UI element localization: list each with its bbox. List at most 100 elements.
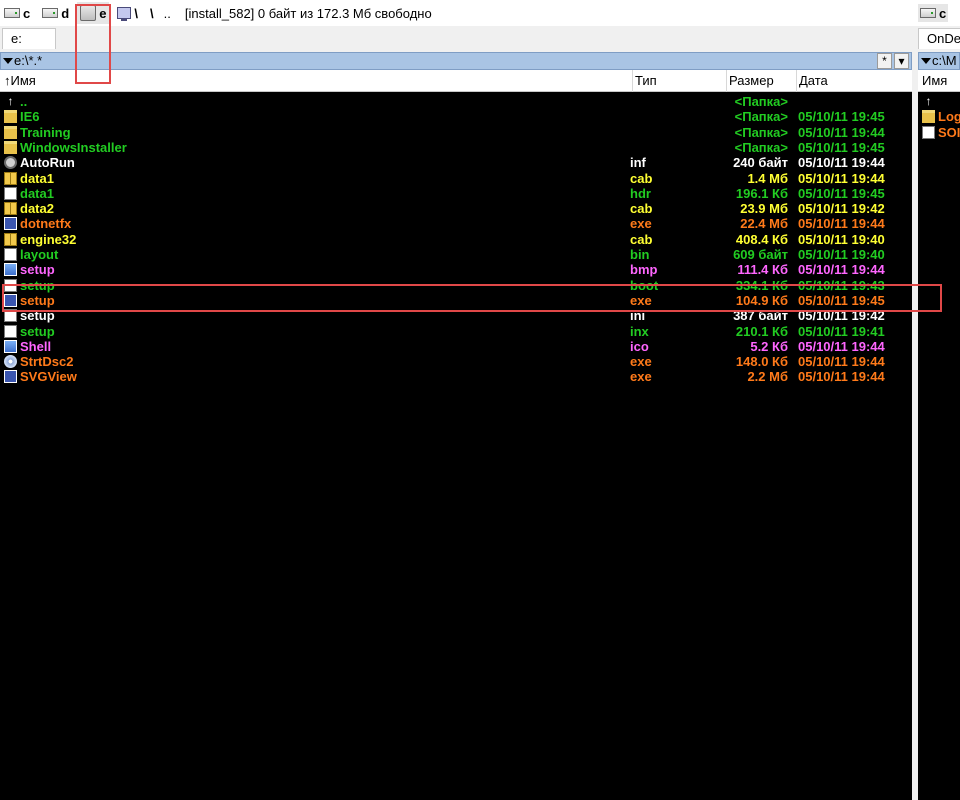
document-icon — [4, 248, 17, 261]
right-path-text: c:\M — [932, 53, 957, 68]
right-column-header: Имя — [918, 70, 960, 92]
file-type: bin — [630, 247, 650, 262]
file-row[interactable]: data2 cab 23.9 Мб 05/10/11 19:42 — [0, 201, 912, 216]
file-row[interactable]: setup exe 104.9 Кб 05/10/11 19:45 — [0, 293, 912, 308]
file-row[interactable]: SOI — [918, 125, 960, 140]
file-date: 05/10/11 19:45 — [798, 109, 885, 125]
history-dropdown-icon[interactable] — [921, 58, 931, 64]
file-name: AutoRun — [20, 155, 75, 171]
gear-doc-icon — [4, 156, 17, 170]
file-name: .. — [20, 94, 28, 109]
file-row[interactable]: data1 cab 1.4 Мб 05/10/11 19:44 — [0, 171, 912, 186]
file-size: 240 байт — [733, 155, 788, 171]
app-icon — [4, 217, 17, 231]
history-dropdown-icon[interactable] — [3, 58, 13, 64]
file-row[interactable]: Shell ico 5.2 Кб 05/10/11 19:44 — [0, 339, 912, 354]
file-row[interactable]: setup inx 210.1 Кб 05/10/11 19:41 — [0, 324, 912, 339]
column-date[interactable]: Дата — [796, 70, 913, 92]
tab-left-e[interactable]: e: — [2, 28, 56, 49]
file-date: 05/10/11 19:44 — [798, 262, 885, 278]
file-name: data1 — [20, 185, 54, 201]
up-arrow-icon: ↑ — [925, 94, 932, 108]
file-row[interactable]: setup ini 387 байт 05/10/11 19:42 — [0, 308, 912, 323]
file-type: exe — [630, 292, 652, 308]
file-name: setup — [20, 308, 55, 324]
cd-drive-icon — [80, 5, 97, 21]
right-path-bar[interactable]: c:\M — [918, 52, 960, 70]
folder-icon — [4, 110, 17, 124]
file-date: 05/10/11 19:42 — [798, 201, 885, 217]
document-icon — [922, 125, 935, 139]
left-path-bar[interactable]: e:\*.* * ▾ — [0, 52, 912, 70]
file-date: 05/10/11 19:44 — [798, 155, 885, 171]
folder-icon — [4, 125, 17, 139]
document-icon — [4, 186, 17, 200]
file-size: 196.1 Кб — [735, 185, 788, 201]
tab-right[interactable]: OnDe — [918, 28, 960, 49]
file-name: engine32 — [20, 231, 77, 247]
file-type: exe — [630, 216, 652, 232]
file-size: 2.2 Мб — [747, 369, 788, 385]
right-drive-c-button[interactable]: c — [918, 4, 949, 22]
file-size: 334.1 Кб — [735, 277, 788, 293]
up-dir-button[interactable]: .. — [164, 6, 171, 21]
document-icon — [4, 278, 17, 292]
file-name: layout — [20, 247, 59, 262]
file-date: 05/10/11 19:41 — [798, 323, 885, 339]
drive-c-button[interactable]: c — [4, 2, 30, 24]
file-name: dotnetfx — [20, 216, 72, 232]
network-drive-button[interactable]: \ — [117, 2, 138, 24]
file-type: inf — [630, 155, 646, 171]
left-file-list[interactable]: ↑.. <Папка> IE6 <Папка> 05/10/11 19:45 Traini… — [0, 92, 912, 800]
drive-bar: c d e \ \ .. [install_582] 0 байт из 172… — [0, 0, 960, 26]
column-name[interactable]: ↑Имя — [2, 70, 632, 92]
file-row[interactable]: setup bmp 111.4 Кб 05/10/11 19:44 — [0, 262, 912, 277]
file-name: StrtDsc2 — [20, 354, 74, 370]
file-row[interactable]: ↑.. <Папка> — [0, 94, 912, 109]
hard-drive-icon — [920, 8, 936, 18]
hard-drive-icon — [4, 8, 20, 18]
column-size[interactable]: Размер — [726, 70, 797, 92]
file-row[interactable]: SVGView exe 2.2 Мб 05/10/11 19:44 — [0, 369, 912, 384]
file-row[interactable]: Log — [918, 109, 960, 124]
file-type: ico — [630, 338, 649, 354]
right-file-list[interactable]: ↑ Log SOI — [918, 92, 960, 800]
file-type: hdr — [630, 185, 651, 201]
file-row[interactable]: IE6 <Папка> 05/10/11 19:45 — [0, 109, 912, 124]
file-size: <Папка> — [734, 109, 788, 125]
column-type[interactable]: Тип — [632, 70, 727, 92]
file-name: setup — [20, 323, 55, 339]
file-row[interactable]: dotnetfx exe 22.4 Мб 05/10/11 19:44 — [0, 216, 912, 231]
file-type: bmp — [630, 262, 658, 278]
file-row[interactable]: data1 hdr 196.1 Кб 05/10/11 19:45 — [0, 186, 912, 201]
filter-button[interactable]: * — [877, 53, 892, 69]
ico-icon — [4, 339, 17, 353]
file-size: <Папка> — [734, 94, 788, 109]
free-space-info: [install_582] 0 байт из 172.3 Мб свободн… — [184, 5, 432, 21]
file-row[interactable]: engine32 cab 408.4 Кб 05/10/11 19:40 — [0, 232, 912, 247]
file-date: 05/10/11 19:45 — [798, 139, 885, 155]
file-row[interactable]: AutoRun inf 240 байт 05/10/11 19:44 — [0, 155, 912, 170]
file-row[interactable]: WindowsInstaller <Папка> 05/10/11 19:45 — [0, 140, 912, 155]
drive-d-button[interactable]: d — [42, 2, 69, 24]
file-size: 104.9 Кб — [735, 292, 788, 308]
file-size: 148.0 Кб — [735, 354, 788, 370]
file-date: 05/10/11 19:45 — [798, 185, 885, 201]
file-date: 05/10/11 19:44 — [798, 170, 885, 186]
file-date: 05/10/11 19:42 — [798, 308, 885, 324]
file-row[interactable]: StrtDsc2 exe 148.0 Кб 05/10/11 19:44 — [0, 354, 912, 369]
file-row[interactable]: Training <Папка> 05/10/11 19:44 — [0, 125, 912, 140]
drive-e-button[interactable]: e — [77, 2, 110, 24]
dropdown-button[interactable]: ▾ — [894, 53, 909, 69]
file-size: <Папка> — [734, 124, 788, 140]
file-row[interactable]: ↑ — [918, 94, 960, 109]
file-size: 210.1 Кб — [735, 323, 788, 339]
root-button[interactable]: \ — [150, 6, 154, 21]
file-row[interactable]: setup boot 334.1 Кб 05/10/11 19:43 — [0, 278, 912, 293]
ini-icon — [4, 309, 17, 323]
right-column-name[interactable]: Имя — [920, 70, 947, 92]
file-date: 05/10/11 19:44 — [798, 338, 885, 354]
file-row[interactable]: layout bin 609 байт 05/10/11 19:40 — [0, 247, 912, 262]
file-name: IE6 — [20, 109, 40, 125]
document-icon — [4, 324, 17, 338]
